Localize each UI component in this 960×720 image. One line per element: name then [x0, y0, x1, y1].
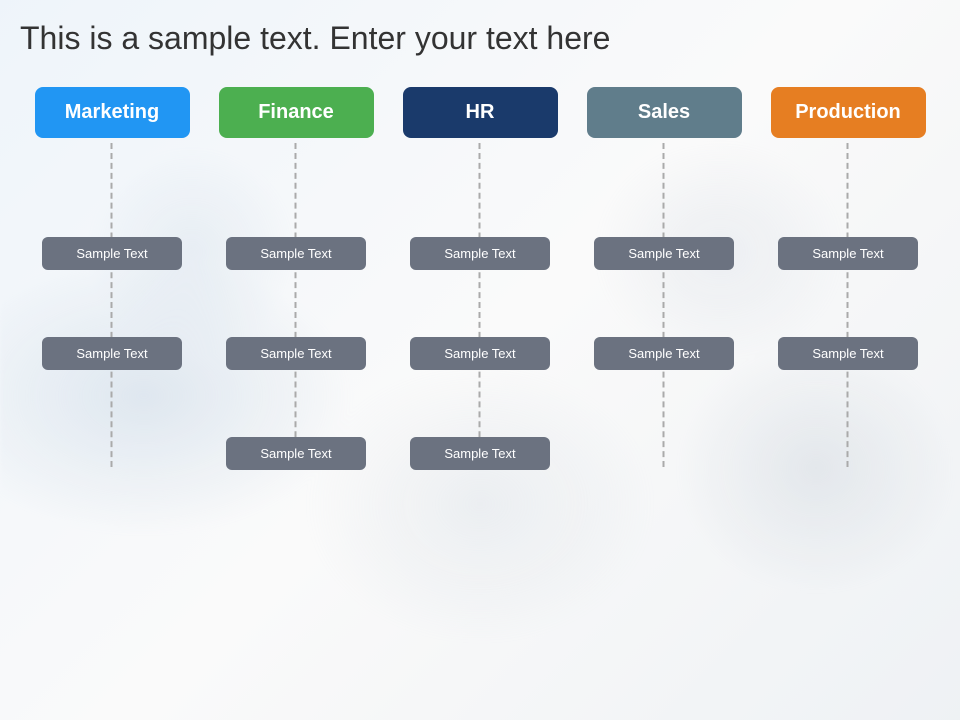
header-sales: Sales	[587, 87, 742, 138]
subbox-finance-1: Sample Text	[226, 337, 366, 370]
subbox-sales-1: Sample Text	[594, 337, 734, 370]
main-content: This is a sample text. Enter your text h…	[0, 0, 960, 477]
subbox-sales-0: Sample Text	[594, 237, 734, 270]
header-production: Production	[771, 87, 926, 138]
subbox-hr-2: Sample Text	[410, 437, 550, 470]
column-finance: Finance Sample Text Sample Text Sample Text	[204, 87, 388, 467]
subbox-production-0: Sample Text	[778, 237, 918, 270]
subbox-marketing-1: Sample Text	[42, 337, 182, 370]
column-sales: Sales Sample Text Sample Text	[572, 87, 756, 467]
subbox-marketing-0: Sample Text	[42, 237, 182, 270]
header-marketing: Marketing	[35, 87, 190, 138]
subbox-finance-0: Sample Text	[226, 237, 366, 270]
header-hr: HR	[403, 87, 558, 138]
org-chart: Marketing Sample Text Sample Text Finance Sa…	[15, 87, 945, 467]
column-production: Production Sample Text Sample Text	[756, 87, 940, 467]
subbox-hr-1: Sample Text	[410, 337, 550, 370]
subbox-hr-0: Sample Text	[410, 237, 550, 270]
page-title: This is a sample text. Enter your text h…	[15, 20, 945, 57]
subbox-production-1: Sample Text	[778, 337, 918, 370]
column-marketing: Marketing Sample Text Sample Text	[20, 87, 204, 467]
column-hr: HR Sample Text Sample Text Sample Text	[388, 87, 572, 467]
subbox-finance-2: Sample Text	[226, 437, 366, 470]
header-finance: Finance	[219, 87, 374, 138]
